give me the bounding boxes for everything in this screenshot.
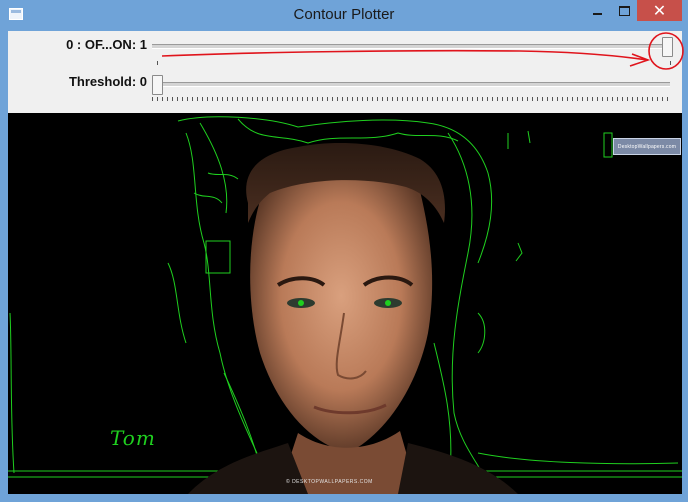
threshold-trackbar-label: Threshold: 0 <box>68 74 147 89</box>
contour-plotter-window: Contour Plotter ✕ 0 : OF...ON: 1 Thresho… <box>0 0 688 502</box>
watermark-badge: DesktopWallpapers.com <box>613 138 681 155</box>
close-icon: ✕ <box>652 2 667 20</box>
toggle-trackbar-thumb[interactable] <box>662 37 673 57</box>
shirt-right <box>398 443 518 494</box>
title-bar[interactable]: Contour Plotter ✕ <box>0 0 688 31</box>
maximize-button[interactable] <box>611 0 637 21</box>
shirt-left <box>188 443 308 494</box>
threshold-trackbar-track[interactable] <box>152 82 670 87</box>
minimize-icon <box>593 12 602 15</box>
contour-image-display: DesktopWallpapers.com Tom © DESKTOPWALLP… <box>8 113 682 494</box>
threshold-trackbar-ticks <box>152 97 671 101</box>
trackbar-panel: 0 : OF...ON: 1 Threshold: 0 <box>8 31 682 113</box>
footer-credit: © DESKTOPWALLPAPERS.COM <box>286 479 373 485</box>
toggle-trackbar-track[interactable] <box>152 44 670 49</box>
maximize-icon <box>618 5 630 16</box>
threshold-trackbar-thumb[interactable] <box>152 75 163 95</box>
close-button[interactable]: ✕ <box>637 0 682 21</box>
toggle-trackbar-tick-min <box>157 61 158 65</box>
toggle-trackbar-label: 0 : OF...ON: 1 <box>66 37 147 52</box>
toggle-trackbar-tick-max <box>670 61 671 65</box>
face <box>250 168 433 453</box>
signature-text: Tom <box>110 426 156 450</box>
minimize-button[interactable] <box>584 0 611 21</box>
